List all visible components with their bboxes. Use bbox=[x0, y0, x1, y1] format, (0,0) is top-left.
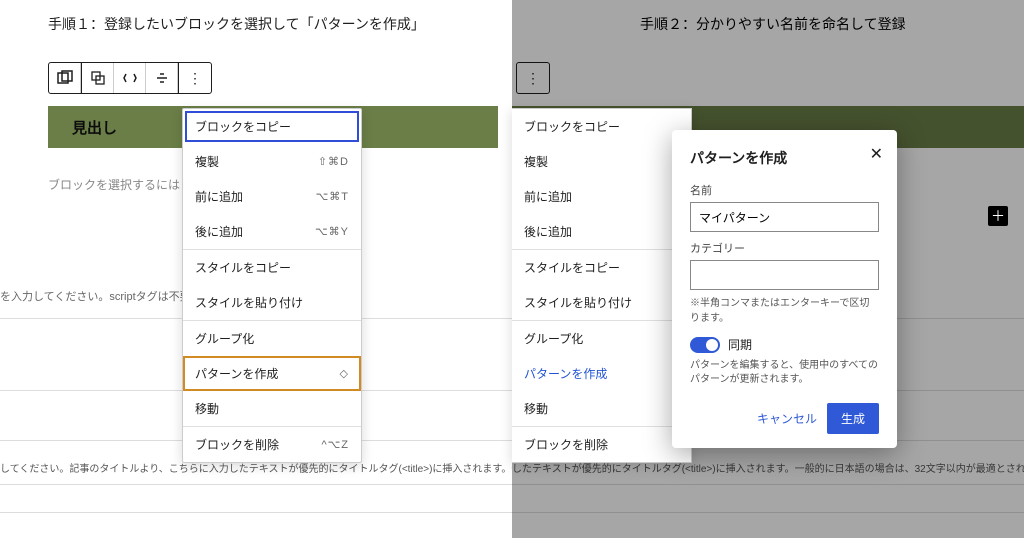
category-field[interactable] bbox=[690, 260, 879, 290]
menu-group[interactable]: グループ化 bbox=[183, 321, 361, 356]
sync-toggle[interactable] bbox=[690, 337, 720, 353]
menu-create-pattern[interactable]: パターンを作成 bbox=[512, 356, 691, 391]
cancel-button[interactable]: キャンセル bbox=[757, 410, 817, 427]
name-field[interactable] bbox=[690, 202, 879, 232]
toolbar-more-icon[interactable]: ⋮ bbox=[179, 63, 211, 93]
category-label: カテゴリー bbox=[690, 240, 879, 256]
add-block-button[interactable]: ＋ bbox=[988, 206, 1008, 226]
create-pattern-modal: ✕ パターンを作成 名前 カテゴリー ※半角コンマまたはエンターキーで区切ります… bbox=[672, 130, 897, 448]
block-options-menu-right: ブロックをコピー 複製 前に追加 後に追加 スタイルをコピー スタイルを貼り付け… bbox=[512, 108, 692, 463]
block-toolbar: ⋮ bbox=[48, 62, 212, 94]
create-button[interactable]: 生成 bbox=[827, 403, 879, 434]
toolbar-block-icon[interactable] bbox=[49, 63, 81, 93]
toolbar-copy-icon[interactable] bbox=[82, 63, 114, 93]
menu-add-after[interactable]: 後に追加 bbox=[512, 214, 691, 249]
name-label: 名前 bbox=[690, 182, 879, 198]
menu-duplicate[interactable]: 複製 bbox=[512, 144, 691, 179]
toolbar-move-icon[interactable] bbox=[114, 63, 146, 93]
modal-title: パターンを作成 bbox=[690, 148, 879, 168]
menu-copy-style[interactable]: スタイルをコピー bbox=[512, 250, 691, 285]
menu-delete[interactable]: ブロックを削除^⌥Z bbox=[183, 427, 361, 462]
menu-paste-style[interactable]: スタイルを貼り付け bbox=[183, 285, 361, 320]
diamond-icon: ◇ bbox=[340, 367, 349, 380]
sync-label: 同期 bbox=[728, 336, 752, 353]
step1-label: 手順１：登録したいブロックを選択して「パターンを作成」 bbox=[48, 14, 425, 34]
menu-add-before[interactable]: 前に追加⌥⌘T bbox=[183, 179, 361, 214]
menu-move[interactable]: 移動 bbox=[183, 391, 361, 426]
menu-create-pattern[interactable]: パターンを作成◇ bbox=[183, 356, 361, 391]
menu-copy-block[interactable]: ブロックをコピー bbox=[512, 109, 691, 144]
sync-description: パターンを編集すると、使用中のすべてのパターンが更新されます。 bbox=[690, 359, 879, 387]
menu-copy-block[interactable]: ブロックをコピー bbox=[183, 109, 361, 144]
step2-label: 手順２：分かりやすい名前を命名して登録 bbox=[640, 14, 906, 34]
menu-delete[interactable]: ブロックを削除 bbox=[512, 427, 691, 462]
menu-add-after[interactable]: 後に追加⌥⌘Y bbox=[183, 214, 361, 249]
menu-paste-style[interactable]: スタイルを貼り付け bbox=[512, 285, 691, 320]
menu-move[interactable]: 移動 bbox=[512, 391, 691, 426]
category-hint: ※半角コンマまたはエンターキーで区切ります。 bbox=[690, 294, 879, 324]
menu-add-before[interactable]: 前に追加 bbox=[512, 179, 691, 214]
close-icon[interactable]: ✕ bbox=[870, 144, 883, 164]
block-options-menu: ブロックをコピー 複製⇧⌘D 前に追加⌥⌘T 後に追加⌥⌘Y スタイルをコピー … bbox=[182, 108, 362, 463]
menu-duplicate[interactable]: 複製⇧⌘D bbox=[183, 144, 361, 179]
menu-group[interactable]: グループ化 bbox=[512, 321, 691, 356]
menu-copy-style[interactable]: スタイルをコピー bbox=[183, 250, 361, 285]
block-placeholder-hint: ブロックを選択するには bbox=[48, 176, 180, 193]
toolbar-align-icon[interactable] bbox=[146, 63, 178, 93]
